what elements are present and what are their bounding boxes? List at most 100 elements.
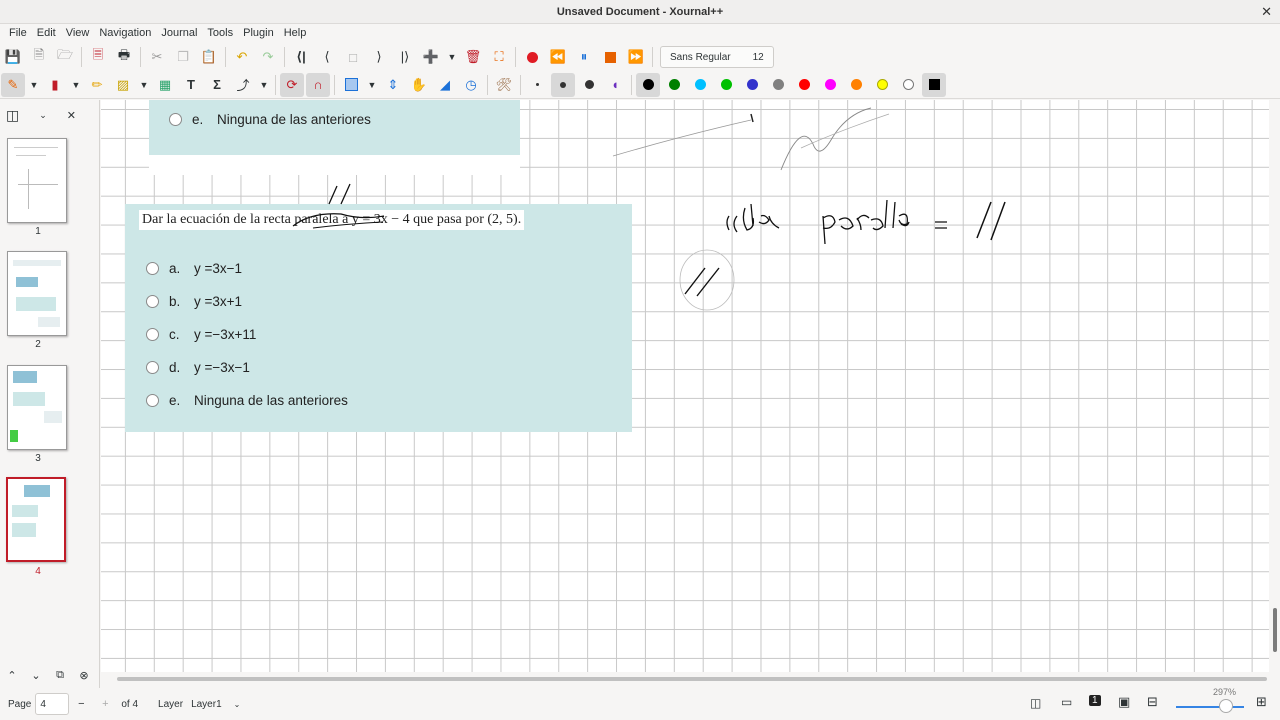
sidebar-close-button[interactable]: ✕ [67,109,76,122]
menu-view[interactable]: View [61,27,95,39]
presentation-mode-icon[interactable]: ▭ [1061,695,1072,709]
pen-size-thick-icon[interactable] [577,73,601,97]
rewind-icon[interactable]: ⏪ [546,45,570,69]
eraser-icon[interactable]: ▮ [43,73,67,97]
fullscreen-icon[interactable]: ⛶ [487,45,511,69]
rectangle-tool-icon[interactable] [339,73,363,97]
chevron-down-icon[interactable]: ▼ [27,73,41,97]
open-folder-icon[interactable]: 🗁 [53,45,77,69]
custom-color-icon[interactable] [922,72,946,97]
font-selector[interactable]: Sans Regular 12 [660,46,774,68]
zoom-slider-handle[interactable] [1219,699,1233,713]
chevron-down-icon[interactable]: ▼ [445,45,459,69]
compass-icon[interactable]: ◷ [459,73,483,97]
ruler-magnet-icon[interactable]: ∩ [306,72,330,97]
page-thumbnail-3[interactable] [7,365,67,450]
zoom-out-icon[interactable]: ⊟ [1147,694,1158,710]
vertical-space-icon[interactable]: ⇕ [381,73,405,97]
zoom-fit-icon[interactable]: ▣ [1118,694,1130,710]
copy-page-icon[interactable]: ⧉ [50,666,70,684]
insert-page-icon[interactable]: ➕ [419,45,443,69]
chevron-down-icon[interactable]: ▼ [137,73,151,97]
fill-icon[interactable]: ◖ [603,73,627,97]
save-icon[interactable]: 💾 [1,45,25,69]
color-yellow[interactable] [870,73,894,97]
chevron-down-icon[interactable]: ▼ [365,73,379,97]
tool-settings-icon[interactable]: 🛠 [492,73,516,97]
menu-edit[interactable]: Edit [32,27,61,39]
setsquare-icon[interactable]: ◢ [433,73,457,97]
horizontal-scrollbar[interactable] [101,672,1269,686]
sidebar-view-icon[interactable]: ◫ [6,107,19,124]
undo-icon[interactable]: ↶ [230,45,254,69]
chevron-down-icon[interactable]: ⌄ [234,700,241,709]
first-page-icon[interactable]: ⟨| [289,45,313,69]
menu-file[interactable]: File [4,27,32,39]
copy-icon[interactable]: ❐ [171,45,195,69]
document-canvas[interactable]: e. Ninguna de las anteriores Dar la ecua… [101,100,1269,672]
layer-selector[interactable]: Layer1 [191,699,222,710]
color-magenta[interactable] [818,73,842,97]
two-pages-icon[interactable]: ◫ [1030,696,1041,710]
pause-icon[interactable]: ⏸ [572,45,596,69]
pen-size-medium-icon[interactable] [551,72,575,97]
color-black[interactable] [636,72,660,97]
delete-page-icon[interactable]: 🗑 [461,45,485,69]
export-pdf-icon[interactable]: 🗏 [86,45,110,69]
shape-tool-icon[interactable]: ⤴ [231,73,255,97]
previous-page-icon[interactable]: ⟨ [315,45,339,69]
color-light-blue[interactable] [688,73,712,97]
page-thumbnail-2[interactable] [7,251,67,336]
ink-stroke [684,267,720,297]
page-number-input[interactable]: 4 [35,693,70,715]
color-orange[interactable] [844,73,868,97]
menu-journal[interactable]: Journal [156,27,202,39]
next-page-icon[interactable]: ⟩ [367,45,391,69]
image-icon[interactable]: ▦ [153,73,177,97]
highlighter-icon[interactable]: ✏ [85,73,109,97]
color-gray[interactable] [766,73,790,97]
zoom-slider[interactable] [1176,706,1244,708]
menu-navigation[interactable]: Navigation [94,27,156,39]
zoom-100-icon[interactable]: 1 [1089,695,1101,706]
move-page-down-icon[interactable]: ⌄ [26,666,46,684]
page-thumbnail-1[interactable] [7,138,67,223]
zoom-in-icon[interactable]: ⊞ [1256,694,1267,710]
shape-recognizer-icon[interactable]: ⟳ [280,72,304,97]
delete-page-icon[interactable]: ⊗ [74,666,94,684]
stop-icon[interactable] [598,45,622,69]
record-icon[interactable] [520,45,544,69]
menu-help[interactable]: Help [279,27,312,39]
hand-tool-icon[interactable]: ✋ [407,73,431,97]
fast-forward-icon[interactable]: ⏩ [624,45,648,69]
last-page-icon[interactable]: |⟩ [393,45,417,69]
page-decrement-button[interactable]: − [69,698,93,710]
redo-icon[interactable]: ↷ [256,45,280,69]
latex-icon[interactable]: Σ [205,73,229,97]
chevron-down-icon[interactable]: ▼ [257,73,271,97]
print-icon[interactable]: 🖶 [112,45,136,69]
select-region-icon[interactable]: ▨ [111,73,135,97]
color-green[interactable] [662,73,686,97]
menu-plugin[interactable]: Plugin [238,27,279,39]
pen-icon[interactable]: ✎ [1,72,25,97]
move-page-up-icon[interactable]: ⌃ [2,666,22,684]
color-white[interactable] [896,73,920,97]
new-document-icon[interactable]: 🗎 [27,45,51,69]
page-increment-button[interactable]: + [93,698,117,710]
color-light-green[interactable] [714,73,738,97]
pen-size-fine-icon[interactable] [525,73,549,97]
color-red[interactable] [792,73,816,97]
cut-icon[interactable]: ✂ [145,45,169,69]
color-blue[interactable] [740,73,764,97]
goto-page-icon[interactable]: □ [341,45,365,69]
paste-icon[interactable]: 📋 [197,45,221,69]
window-close-button[interactable]: ✕ [1261,4,1272,20]
ink-stroke [822,199,910,245]
menu-tools[interactable]: Tools [202,27,238,39]
chevron-down-icon[interactable]: ⌄ [39,110,47,121]
chevron-down-icon[interactable]: ▼ [69,73,83,97]
text-tool-icon[interactable]: T [179,73,203,97]
page-thumbnail-4[interactable] [6,477,66,562]
vertical-scrollbar[interactable] [1269,100,1280,672]
